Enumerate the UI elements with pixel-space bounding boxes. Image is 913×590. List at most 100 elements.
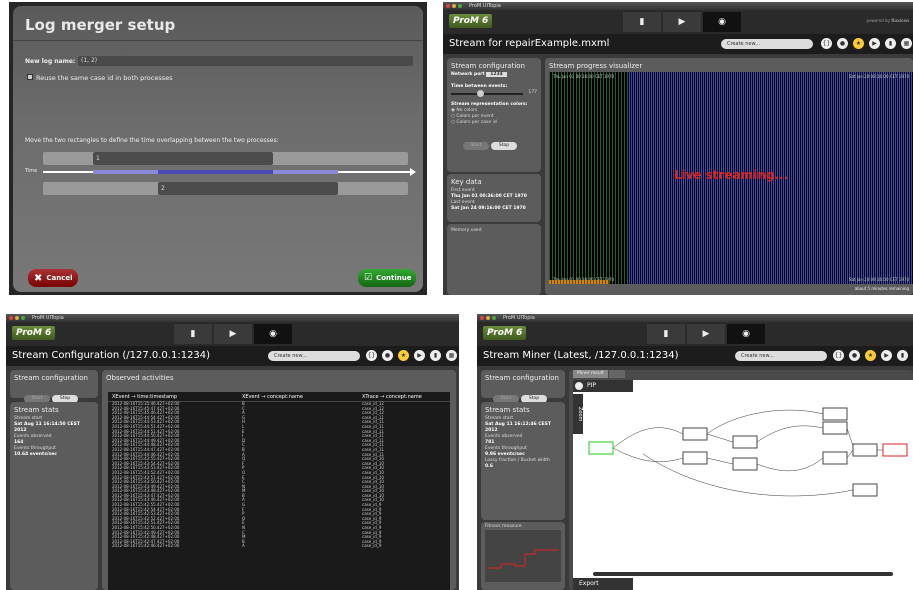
grid-icon[interactable]: ▦ [446, 350, 457, 361]
edge [846, 449, 854, 459]
live-streaming-text: Live streaming... [673, 168, 789, 182]
prom-logo: ProM 6 [12, 326, 56, 340]
table-cell: A [242, 543, 245, 549]
edge [756, 457, 824, 472]
column-header[interactable]: XTrace → concept:name [348, 392, 450, 401]
stream-start-value: Sat Aug 11 16:12:46 CEST 2012 [485, 422, 551, 433]
start-node[interactable] [588, 441, 614, 455]
tab-views[interactable]: ◉ [703, 12, 741, 32]
drop-icon[interactable]: ● [837, 38, 848, 49]
view-header: Stream Configuration (/127.0.0.1:1234) C… [6, 346, 459, 366]
table-row[interactable]: 2012-08-16T15:42:46.427+02:00 Acase_id_9 [108, 544, 450, 549]
play-circle-icon[interactable]: ▶ [869, 38, 880, 49]
horizontal-scrollbar[interactable] [593, 572, 893, 576]
edge [756, 425, 824, 443]
activity-node[interactable] [822, 421, 848, 435]
export-icon[interactable]: ▮ [430, 350, 441, 361]
instruction-text: Move the two rectangles to define the ti… [25, 137, 279, 144]
slider-value: 177 [528, 90, 537, 95]
throughput-value: 10.64 events/sec [14, 452, 57, 457]
braces-icon[interactable]: {} [821, 38, 832, 49]
close-icon[interactable] [9, 316, 13, 320]
stop-button[interactable]: Stop [491, 142, 517, 150]
tab-other[interactable] [609, 370, 625, 378]
start-button[interactable]: Start [463, 142, 489, 150]
close-icon[interactable] [480, 316, 484, 320]
create-new-dropdown[interactable]: Create new... [735, 351, 827, 361]
activity-node[interactable] [852, 443, 878, 457]
minimize-icon[interactable] [486, 316, 490, 320]
play-circle-icon[interactable]: ▶ [881, 350, 892, 361]
tab-workspace[interactable]: ▮ [174, 324, 212, 344]
tab-views[interactable]: ◉ [727, 324, 765, 344]
export-icon[interactable]: ▮ [897, 350, 908, 361]
radio-colors-case[interactable]: ○ Colors per case id [447, 120, 541, 126]
slider-knob[interactable] [477, 90, 484, 97]
petri-net-graph [588, 407, 908, 497]
end-node[interactable] [882, 443, 908, 457]
cancel-button[interactable]: ✖ Cancel [28, 269, 78, 287]
play-circle-icon[interactable]: ▶ [414, 350, 425, 361]
new-log-label: New log name: [25, 58, 76, 65]
process2-rectangle[interactable]: 2 [158, 182, 338, 195]
network-port-input[interactable]: 1234 [486, 72, 507, 77]
app-header: ProM 6 ▮ ▶ ◉ [6, 322, 459, 346]
tab-miner-result[interactable]: Miner result [573, 370, 608, 378]
export-icon[interactable]: ▮ [885, 38, 896, 49]
window-titlebar: ProM UITopia [477, 314, 913, 322]
tab-views[interactable]: ◉ [254, 324, 292, 344]
powered-by: powered by fluxicon [867, 18, 909, 23]
powered-brand: fluxicon [891, 18, 909, 23]
prom-logo: ProM 6 [483, 326, 527, 340]
new-log-input[interactable]: (1, 2) [78, 56, 413, 66]
app-header: ProM 6 ▮ ▶ ◉ [477, 322, 913, 346]
tab-workspace[interactable]: ▮ [623, 12, 661, 32]
braces-icon[interactable]: {} [833, 350, 844, 361]
reuse-case-id-checkbox[interactable] [27, 74, 33, 80]
tab-workspace[interactable]: ▮ [647, 324, 685, 344]
activity-node[interactable] [682, 427, 708, 441]
activity-node[interactable] [822, 407, 848, 421]
stream-canvas: Thu Jan 01 00:36:00 CET 1970 Sat Jan 24 … [549, 72, 913, 284]
process1-rectangle[interactable]: 1 [93, 152, 273, 165]
view-title: Stream for repairExample.mxml [449, 38, 610, 49]
continue-button[interactable]: ☑ Continue [358, 269, 416, 287]
stream-stats-box: Stream stats Stream start Sat Aug 11 16:… [10, 402, 98, 590]
create-new-dropdown[interactable]: Create new... [268, 351, 360, 361]
stats-title: Stream stats [485, 406, 530, 414]
pip-toggle-icon[interactable] [575, 382, 583, 390]
drop-icon[interactable]: ● [849, 350, 860, 361]
create-new-dropdown[interactable]: Create new... [721, 39, 813, 49]
column-header[interactable]: XEvent → time:timestamp [108, 392, 228, 401]
activity-node[interactable] [732, 435, 758, 449]
close-icon[interactable] [446, 4, 450, 8]
prom-logo: ProM 6 [449, 14, 493, 28]
star-icon[interactable]: ★ [865, 350, 876, 361]
column-header[interactable]: XEvent → concept:name [228, 392, 348, 401]
activity-node[interactable] [732, 457, 758, 471]
tab-actions[interactable]: ▶ [687, 324, 725, 344]
time-slider[interactable]: 177 [451, 90, 537, 98]
export-button[interactable]: Export [573, 578, 633, 590]
maximize-icon[interactable] [21, 316, 25, 320]
activity-node[interactable] [682, 451, 708, 465]
activity-node[interactable] [822, 451, 848, 465]
grid-icon[interactable]: ▦ [901, 38, 912, 49]
minimize-icon[interactable] [15, 316, 19, 320]
maximize-icon[interactable] [458, 4, 462, 8]
tab-actions[interactable]: ▶ [214, 324, 252, 344]
activity-node[interactable] [852, 483, 878, 497]
braces-icon[interactable]: {} [366, 350, 377, 361]
maximize-icon[interactable] [492, 316, 496, 320]
drop-icon[interactable]: ● [382, 350, 393, 361]
minimize-icon[interactable] [452, 4, 456, 8]
tab-actions[interactable]: ▶ [663, 12, 701, 32]
zoom-control[interactable]: Zoom [573, 394, 583, 434]
edge [612, 427, 684, 449]
star-icon[interactable]: ★ [398, 350, 409, 361]
table-cell: 2012-08-16T15:42:46.427+02:00 [112, 543, 180, 549]
log-merger-dialog: Log merger setup New log name: (1, 2) Re… [13, 6, 423, 292]
star-icon[interactable]: ★ [853, 38, 864, 49]
workspace-icon: ▮ [639, 17, 645, 27]
progress-bar [549, 280, 609, 284]
